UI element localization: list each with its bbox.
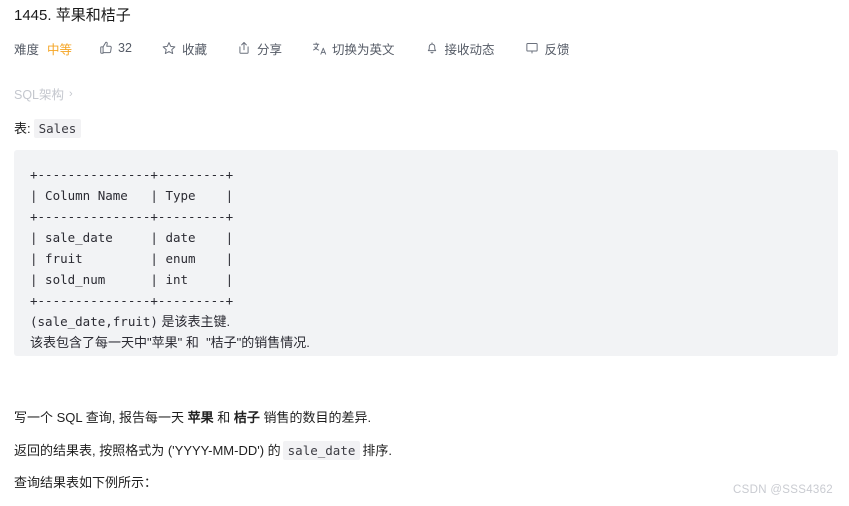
schema-code-block: +---------------+---------+ | Column Nam… bbox=[14, 150, 838, 356]
star-icon bbox=[162, 41, 177, 56]
desc-l1-apple: 苹果 bbox=[187, 410, 214, 425]
desc-l2-b: 排序. bbox=[362, 443, 393, 458]
primary-key-code: (sale_date,fruit) bbox=[30, 314, 158, 329]
desc-l1-e: 销售的数目的差异. bbox=[259, 410, 372, 425]
table-caption: 表: Sales bbox=[14, 118, 82, 138]
description-line-2: 返回的结果表, 按照格式为 ('YYYY-MM-DD') 的 sale_date 排… bbox=[14, 441, 393, 460]
sale-date-code: sale_date bbox=[282, 441, 361, 460]
share-icon bbox=[237, 41, 252, 56]
description-line-1: 写一个 SQL 查询, 报告每一天 苹果 和 桔子 销售的数目的差异. bbox=[14, 409, 371, 427]
thumbs-up-icon bbox=[98, 41, 113, 56]
bell-icon bbox=[424, 41, 439, 56]
subscribe-label: 接收动态 bbox=[444, 42, 495, 57]
like-count: 32 bbox=[118, 41, 132, 55]
translate-icon bbox=[312, 41, 327, 56]
problem-page: 1445. 苹果和桔子 难度 中等 32 收藏 分享 切换为英文 接收动态 反馈… bbox=[0, 0, 849, 506]
schema-note-description: 该表包含了每一天中"苹果" 和 "桔子"的销售情况. bbox=[30, 335, 310, 350]
desc-l1-orange: 桔子 bbox=[233, 410, 260, 425]
chevron-right-icon: › bbox=[69, 87, 73, 100]
schema-note-primary-key: (sale_date,fruit) 是该表主键. bbox=[30, 311, 822, 332]
difficulty-group: 难度 中等 bbox=[14, 39, 72, 58]
primary-key-text: 是该表主键. bbox=[157, 314, 231, 329]
difficulty-label: 难度 bbox=[14, 42, 40, 57]
like-button[interactable]: 32 bbox=[98, 38, 132, 58]
favorite-label: 收藏 bbox=[181, 42, 207, 57]
comment-icon bbox=[525, 41, 540, 56]
share-label: 分享 bbox=[256, 42, 282, 57]
table-caption-prefix: 表: bbox=[14, 121, 31, 136]
problem-toolbar: 难度 中等 32 收藏 分享 切换为英文 接收动态 反馈 bbox=[14, 38, 570, 58]
breadcrumb[interactable]: SQL架构 › bbox=[14, 84, 73, 103]
page-title: 1445. 苹果和桔子 bbox=[14, 7, 131, 24]
table-name-code: Sales bbox=[33, 119, 82, 138]
watermark: CSDN @SSS4362 bbox=[733, 484, 833, 496]
desc-l2-a: 返回的结果表, 按照格式为 ('YYYY-MM-DD') 的 bbox=[14, 443, 281, 458]
desc-l1-a: 写一个 SQL 查询, 报告每一天 bbox=[14, 410, 188, 425]
schema-ascii-table: +---------------+---------+ | Column Nam… bbox=[30, 167, 234, 308]
favorite-button[interactable]: 收藏 bbox=[162, 38, 207, 58]
feedback-button[interactable]: 反馈 bbox=[525, 38, 570, 58]
breadcrumb-label: SQL架构 bbox=[14, 88, 65, 102]
share-button[interactable]: 分享 bbox=[237, 38, 282, 58]
feedback-label: 反馈 bbox=[544, 42, 570, 57]
difficulty-badge: 中等 bbox=[47, 42, 73, 57]
translate-label: 切换为英文 bbox=[331, 42, 395, 57]
desc-l1-c: 和 bbox=[213, 410, 234, 425]
description-line-3: 查询结果表如下例所示： bbox=[14, 475, 158, 490]
subscribe-button[interactable]: 接收动态 bbox=[424, 38, 495, 58]
translate-button[interactable]: 切换为英文 bbox=[312, 38, 395, 58]
